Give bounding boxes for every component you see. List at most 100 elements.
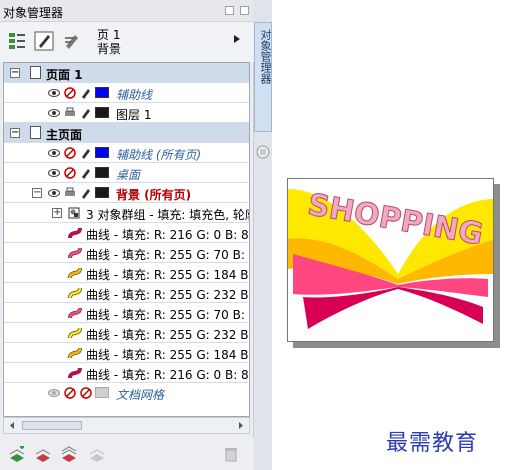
print-disabled-icon[interactable] <box>64 387 76 399</box>
side-tab-label: 对象管理器 <box>259 29 272 84</box>
curve-row[interactable]: 曲线 - 填充: R: 216 G: 0 B: 82 (# <box>4 223 249 243</box>
edit-disabled-icon[interactable] <box>80 387 92 399</box>
curve-label: 曲线 - 填充: R: 255 G: 70 B: 128 <box>86 308 249 322</box>
curve-icon <box>68 227 82 239</box>
group-row[interactable]: + 3 对象群组 - 填充: 填充色, 轮廓 <box>4 203 250 223</box>
page-label: 页 1 <box>97 28 121 42</box>
collapse-icon[interactable]: − <box>32 188 42 198</box>
tree-master-page-row[interactable]: − 主页面 <box>4 123 249 143</box>
pencil-icon[interactable] <box>80 167 92 179</box>
curve-row[interactable]: 曲线 - 填充: R: 255 G: 184 B: 0 ( <box>4 343 249 363</box>
object-manager-side-tab[interactable]: 对象管理器 <box>254 22 272 132</box>
layer-manager-view-icon[interactable] <box>62 30 84 52</box>
curve-icon <box>68 287 82 299</box>
print-disabled-icon[interactable] <box>64 87 76 99</box>
layer-row-active[interactable]: − 背景 (所有页) <box>4 183 249 203</box>
layer-color-swatch <box>95 87 109 98</box>
eye-icon[interactable] <box>48 147 60 159</box>
layer-row[interactable]: 辅助线 <box>4 83 249 103</box>
curve-label: 曲线 - 填充: R: 255 G: 70 B: 128 <box>86 248 249 262</box>
tree-page1-row[interactable]: − 页面 1 <box>4 63 249 83</box>
scroll-right-icon[interactable] <box>237 421 245 430</box>
object-manager-panel: 对象管理器 页 1 背景 − 页面 1 辅助线 图层 1 − 主页面 辅助线 (… <box>0 0 254 470</box>
grid-layer-row[interactable]: 文档网格 <box>4 383 249 403</box>
layer-label: 辅助线 <box>116 88 153 102</box>
layer-label: 背景 (所有页) <box>116 188 192 202</box>
curve-label: 曲线 - 填充: R: 255 G: 184 B: 0 ( <box>86 268 249 282</box>
panel-title-bar: 对象管理器 <box>0 0 254 22</box>
eye-icon[interactable] <box>48 187 60 199</box>
printer-icon[interactable] <box>64 107 76 119</box>
new-master-all-pages-icon[interactable] <box>60 446 78 462</box>
layer-row[interactable]: 辅助线 (所有页) <box>4 143 249 163</box>
curve-label: 曲线 - 填充: R: 255 G: 232 B: 0 ( <box>86 328 249 342</box>
object-tree: − 页面 1 辅助线 图层 1 − 主页面 辅助线 (所有页) 桌面 − 背景 … <box>3 62 250 417</box>
group-label: 3 对象群组 - 填充: 填充色, 轮廓 <box>86 208 250 222</box>
layer-label: 背景 <box>97 42 122 56</box>
eye-icon[interactable] <box>48 87 60 99</box>
collapse-icon[interactable]: − <box>10 68 20 78</box>
curve-row[interactable]: 曲线 - 填充: R: 255 G: 70 B: 128 <box>4 243 249 263</box>
layer-row[interactable]: 桌面 <box>4 163 249 183</box>
show-properties-icon[interactable] <box>6 30 28 52</box>
group-icon <box>68 207 80 219</box>
curve-label: 曲线 - 填充: R: 216 G: 0 B: 82 (# <box>86 368 249 382</box>
page-icon <box>30 66 41 79</box>
layer-label: 图层 1 <box>116 108 152 122</box>
layer-color-swatch <box>95 147 109 158</box>
layer-label: 辅助线 (所有页) <box>116 148 202 162</box>
horizontal-scrollbar[interactable] <box>3 417 250 434</box>
curve-label: 曲线 - 填充: R: 255 G: 184 B: 0 ( <box>86 348 249 362</box>
layer-row[interactable]: 图层 1 <box>4 103 249 123</box>
eye-icon[interactable] <box>48 167 60 179</box>
pencil-icon[interactable] <box>80 87 92 99</box>
eye-hidden-icon[interactable] <box>48 387 60 399</box>
pin-icon[interactable] <box>225 6 234 15</box>
edit-across-layers-icon[interactable] <box>33 30 55 52</box>
new-layer-icon[interactable] <box>8 446 26 462</box>
layer-label: 文档网格 <box>116 388 165 402</box>
panel-toolbar: 页 1 背景 <box>0 22 254 62</box>
close-icon[interactable] <box>240 6 249 15</box>
curve-icon <box>68 307 82 319</box>
new-layer-disabled-icon[interactable] <box>88 446 106 462</box>
curve-label: 曲线 - 填充: R: 216 G: 0 B: 82 (# <box>86 228 249 242</box>
curve-icon <box>68 347 82 359</box>
pencil-icon[interactable] <box>80 187 92 199</box>
curve-icon <box>68 247 82 259</box>
scroll-left-icon[interactable] <box>8 421 16 430</box>
page1-label: 页面 1 <box>46 68 83 82</box>
curve-row[interactable]: 曲线 - 填充: R: 255 G: 232 B: 0 ( <box>4 283 249 303</box>
eye-icon[interactable] <box>48 107 60 119</box>
curve-label: 曲线 - 填充: R: 255 G: 232 B: 0 ( <box>86 288 249 302</box>
curve-row[interactable]: 曲线 - 填充: R: 255 G: 70 B: 128 <box>4 303 249 323</box>
printer-icon[interactable] <box>64 187 76 199</box>
flyout-arrow-icon[interactable] <box>233 34 241 44</box>
panel-bottom-toolbar <box>0 438 254 470</box>
current-page-info: 页 1 背景 <box>97 28 121 56</box>
layer-color-swatch <box>95 167 109 178</box>
pencil-icon[interactable] <box>80 147 92 159</box>
delete-icon[interactable] <box>222 446 240 462</box>
curve-row[interactable]: 曲线 - 填充: R: 255 G: 232 B: 0 ( <box>4 323 249 343</box>
master-page-label: 主页面 <box>46 128 83 142</box>
panel-title: 对象管理器 <box>3 6 64 20</box>
document-canvas[interactable]: SHOPPING <box>287 178 500 348</box>
curve-icon <box>68 367 82 379</box>
page-icon <box>30 126 41 139</box>
expand-icon[interactable]: + <box>52 208 62 218</box>
layer-color-swatch <box>95 187 109 198</box>
collapse-icon[interactable]: − <box>10 128 20 138</box>
layer-color-swatch <box>95 387 109 398</box>
docker-tab-icon[interactable] <box>256 145 270 159</box>
curve-icon <box>68 267 82 279</box>
print-disabled-icon[interactable] <box>64 147 76 159</box>
curve-icon <box>68 327 82 339</box>
curve-row[interactable]: 曲线 - 填充: R: 216 G: 0 B: 82 (# <box>4 363 249 383</box>
scroll-thumb[interactable] <box>22 421 82 430</box>
new-master-layer-icon[interactable] <box>34 446 52 462</box>
curve-row[interactable]: 曲线 - 填充: R: 255 G: 184 B: 0 ( <box>4 263 249 283</box>
print-disabled-icon[interactable] <box>64 167 76 179</box>
document-page: SHOPPING <box>287 178 494 342</box>
pencil-icon[interactable] <box>80 107 92 119</box>
